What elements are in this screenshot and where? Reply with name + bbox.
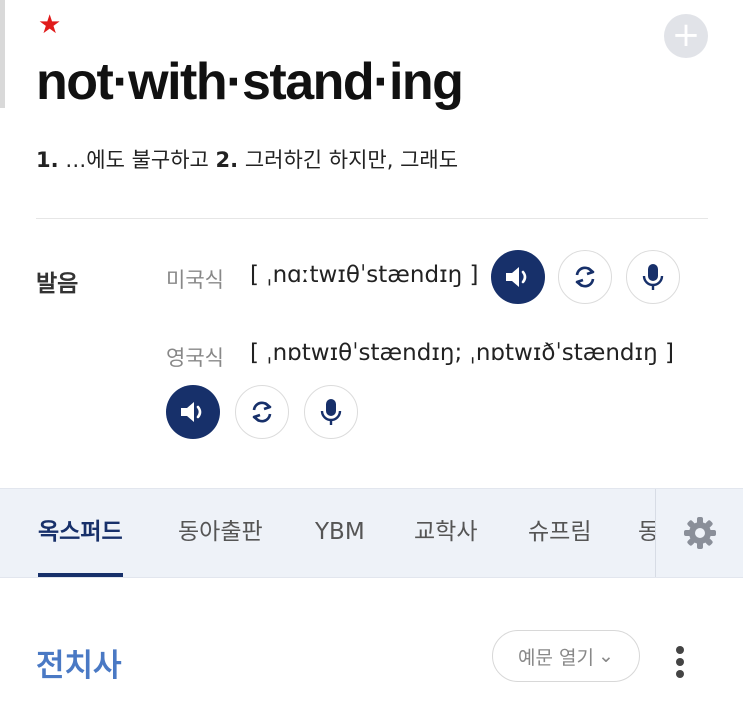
meaning-1-text: …에도 불구하고 [58,148,216,172]
uk-accent-label: 영국식 [166,346,224,370]
part-of-speech-title: 전치사 [36,648,122,684]
uk-play-button[interactable] [166,385,220,439]
meanings-summary: 1. …에도 불구하고 2. 그러하긴 하지만, 그래도 [36,144,458,174]
tabs-divider [655,489,656,577]
us-accent-label: 미국식 [166,268,224,292]
headword: not·with·stand·ing [36,53,464,111]
tab-ybm[interactable]: YBM [315,489,365,577]
speaker-icon [181,402,202,422]
repeat-icon [575,266,595,288]
uk-ipa: [ ˌnɒtwɪθˈstændɪŋ; ˌnɒtwɪðˈstændɪŋ ] [250,340,674,366]
plus-icon: + [671,15,701,55]
meaning-1-number: 1. [36,148,59,172]
open-examples-button[interactable]: 예문 열기 ⌄ [492,630,640,682]
uk-record-button[interactable] [304,385,358,439]
mic-icon [642,264,664,290]
chevron-down-icon: ⌄ [598,645,614,667]
divider [36,218,708,219]
pronunciation-label: 발음 [36,271,79,297]
tab-donga[interactable]: 동아출판 [178,489,263,577]
scroll-edge [0,0,5,108]
dictionary-tabs: 옥스퍼드 동아출판 YBM 교학사 슈프림 동 [0,488,743,578]
tab-supreme[interactable]: 슈프림 [528,489,591,577]
uk-repeat-button[interactable] [235,385,289,439]
tab-partial[interactable]: 동 [638,489,656,577]
us-record-button[interactable] [626,250,680,304]
open-examples-label: 예문 열기 [518,646,595,669]
mic-icon [320,399,342,425]
meaning-2-text: 그러하긴 하지만, 그래도 [238,148,459,172]
repeat-icon [252,401,272,423]
us-repeat-button[interactable] [558,250,612,304]
add-wordbook-button[interactable]: + [664,14,708,58]
gear-icon[interactable] [682,515,718,551]
meaning-2-number: 2. [215,148,239,172]
tab-kyohaksa[interactable]: 교학사 [414,489,477,577]
us-ipa: [ ˌnɑːtwɪθˈstændɪŋ ] [250,262,479,288]
favorite-star-icon[interactable]: ★ [38,12,61,38]
us-play-button[interactable] [491,250,545,304]
tab-oxford[interactable]: 옥스퍼드 [38,489,123,577]
speaker-icon [506,267,527,287]
more-vertical-icon[interactable] [670,644,690,680]
tab-overflow: 동 [638,489,656,577]
